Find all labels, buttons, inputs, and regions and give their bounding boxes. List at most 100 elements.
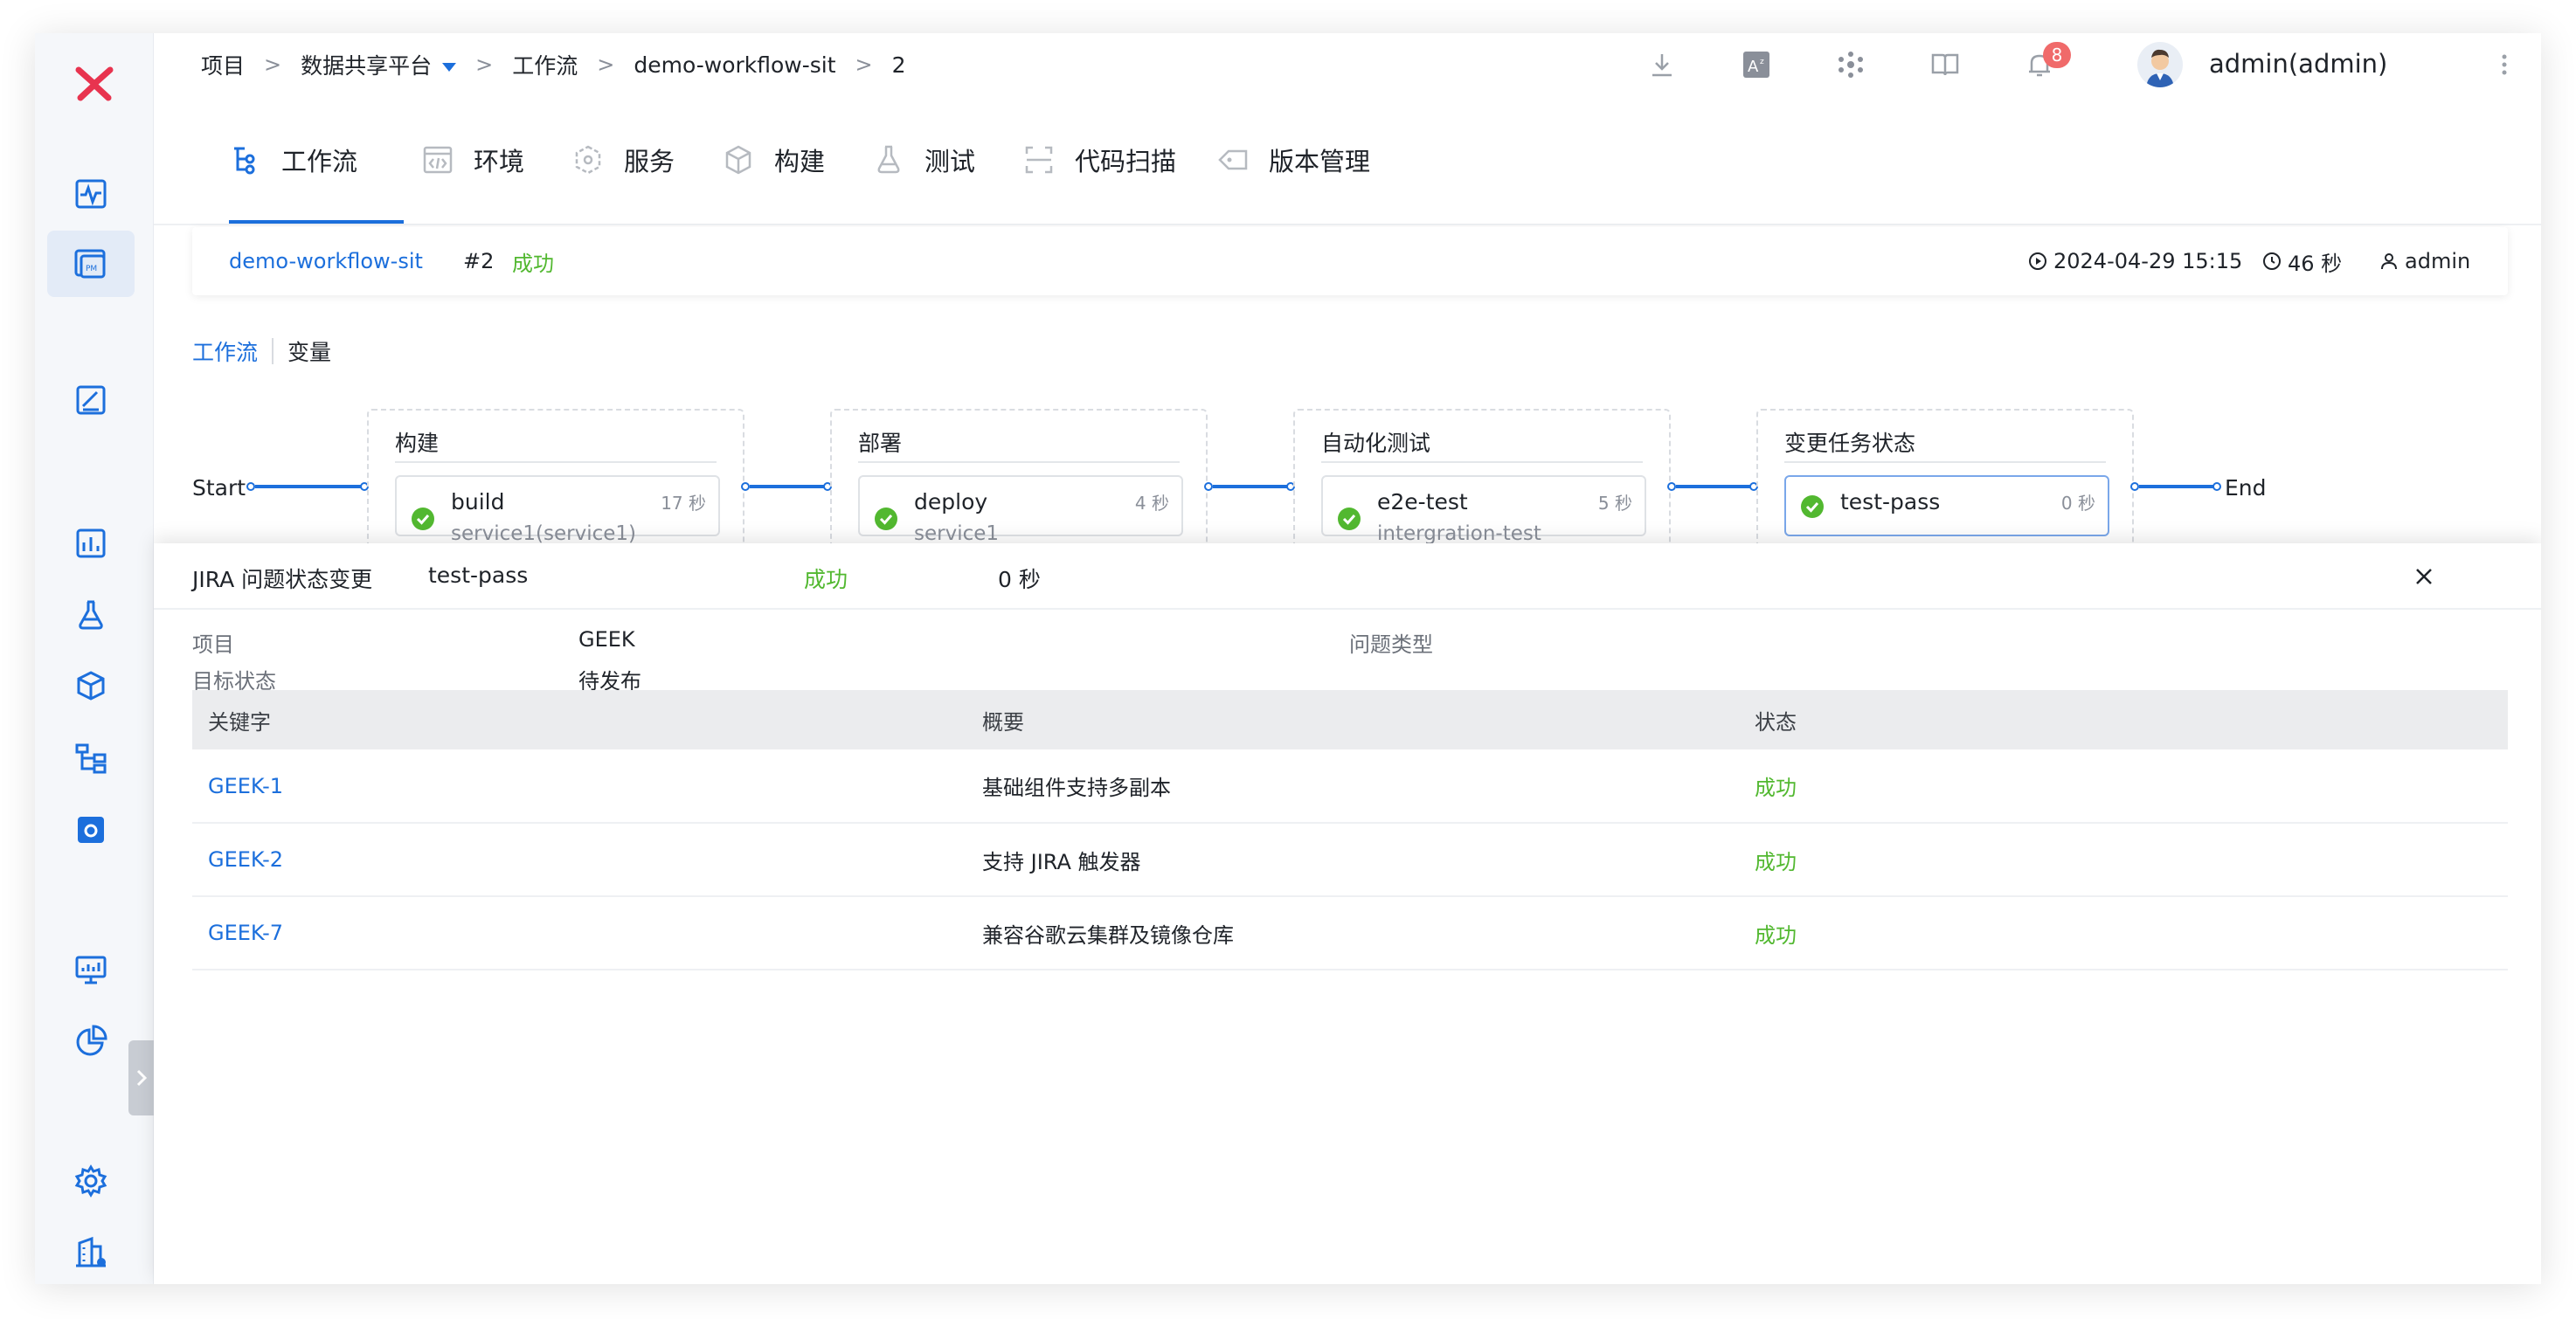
logo-icon[interactable] [66, 54, 122, 110]
job-service: service1(service1) [451, 522, 636, 545]
monitor-icon [75, 956, 107, 984]
drawer-status: 成功 [804, 567, 848, 592]
plugins-button[interactable] [1833, 47, 1868, 82]
stage-title: 部署 [858, 431, 903, 456]
sidebar-item-artifacts[interactable] [47, 653, 135, 720]
tab-label: 环境 [474, 147, 525, 176]
avatar[interactable] [2137, 42, 2183, 87]
tab-build[interactable]: 构建 [722, 96, 825, 224]
tab-service[interactable]: 服务 [571, 96, 675, 224]
breadcrumb-projects[interactable]: 项目 [201, 49, 245, 80]
sidebar-item-system-settings[interactable] [47, 1148, 135, 1214]
run-status: 成功 [512, 251, 554, 276]
connector-dot [1667, 482, 1676, 491]
breadcrumb-project-label: 数据共享平台 [301, 53, 433, 79]
job-name: test-pass [1840, 489, 1941, 514]
stage-title: 变更任务状态 [1784, 431, 1916, 456]
job-name: e2e-test [1377, 489, 1468, 514]
issue-key-link[interactable]: GEEK-1 [192, 749, 966, 823]
tab-label: 测试 [924, 147, 976, 176]
clock-icon [2263, 252, 2281, 270]
sidebar-item-monitor[interactable] [47, 161, 135, 227]
success-check-icon [412, 508, 434, 530]
topbar: 项目 > 数据共享平台 > 工作流 > demo-workflow-sit > … [154, 33, 2541, 96]
connector-dot [741, 482, 750, 491]
subtab-workflow[interactable]: 工作流 [192, 335, 258, 367]
translate-button[interactable]: Az [1739, 47, 1774, 82]
breadcrumb: 项目 > 数据共享平台 > 工作流 > demo-workflow-sit > … [201, 49, 906, 80]
sidebar-item-statistics[interactable] [47, 1008, 135, 1074]
app-window: PM 项目 > 数据共享平台 > 工作流 > demo-workflow-sit… [35, 33, 2541, 1284]
sidebar-item-settings-app[interactable] [47, 797, 135, 863]
tab-workflow[interactable]: 工作流 [229, 96, 357, 224]
connector-dot [2130, 482, 2139, 491]
job-detail-drawer: JIRA 问题状态变更 test-pass 成功 0 秒 项目 GEEK 问题类… [154, 543, 2541, 1284]
column-header-status: 状态 [1755, 709, 1797, 735]
hierarchy-icon [75, 743, 107, 774]
detail-subtabs: 工作流 变量 [192, 335, 331, 367]
issue-status: 成功 [1755, 849, 1797, 874]
more-vertical-icon [2502, 54, 2507, 75]
job-test-pass[interactable]: test-pass 0 秒 [1784, 475, 2109, 536]
breadcrumb-workflows[interactable]: 工作流 [512, 49, 578, 80]
table-row: GEEK-7 兼容谷歌云集群及镜像仓库 成功 [192, 896, 2508, 970]
breadcrumb-project[interactable]: 数据共享平台 [301, 49, 457, 80]
svg-text:A: A [1748, 58, 1759, 76]
gear-icon [74, 1164, 107, 1198]
download-button[interactable] [1645, 47, 1679, 82]
job-e2e-test[interactable]: e2e-test intergration-test 5 秒 [1321, 475, 1646, 545]
job-deploy[interactable]: deploy service1 4 秒 [858, 475, 1183, 545]
job-duration: 5 秒 [1597, 493, 1632, 514]
tab-test[interactable]: 测试 [872, 96, 975, 224]
issue-summary: 基础组件支持多副本 [982, 776, 1171, 800]
more-menu-button[interactable] [2487, 47, 2522, 82]
edit-doc-icon [76, 385, 106, 415]
stage-divider [1784, 461, 2106, 463]
notifications-button[interactable]: 8 [2022, 42, 2071, 82]
breadcrumb-run: 2 [891, 52, 906, 78]
workflow-link[interactable]: demo-workflow-sit [229, 249, 423, 273]
tab-version[interactable]: 版本管理 [1216, 96, 1370, 224]
stage-divider [858, 461, 1180, 463]
docs-button[interactable] [1928, 47, 1963, 82]
tab-label: 工作流 [281, 147, 358, 176]
close-icon[interactable] [2408, 561, 2440, 592]
issue-key-link[interactable]: GEEK-2 [192, 823, 966, 896]
username[interactable]: admin(admin) [2209, 49, 2387, 79]
sidebar-collapse-handle[interactable] [128, 1040, 155, 1115]
translate-icon: Az [1743, 52, 1769, 78]
table-row: GEEK-1 基础组件支持多副本 成功 [192, 749, 2508, 823]
breadcrumb-separator: > [264, 52, 282, 77]
caret-down-icon[interactable] [442, 63, 457, 72]
drawer-title: JIRA 问题状态变更 [192, 567, 373, 592]
breadcrumb-workflow[interactable]: demo-workflow-sit [634, 52, 835, 78]
chevron-right-icon [136, 1069, 148, 1087]
breadcrumb-separator: > [855, 52, 873, 77]
sidebar-item-projects[interactable]: PM [47, 231, 135, 297]
tab-label: 服务 [624, 147, 675, 176]
pipeline-connector [1213, 485, 1290, 488]
play-circle-icon [2029, 252, 2046, 270]
tab-code-scan[interactable]: 代码扫描 [1022, 96, 1176, 224]
issue-key-link[interactable]: GEEK-7 [192, 896, 966, 970]
tab-label: 代码扫描 [1075, 147, 1177, 176]
sidebar-item-enterprise[interactable] [47, 1219, 135, 1284]
sidebar-item-monitoring[interactable] [47, 936, 135, 1003]
sidebar-item-notes[interactable] [47, 367, 135, 433]
project-board-icon: PM [74, 249, 106, 279]
column-header-summary: 概要 [982, 709, 1024, 735]
plugins-icon [1839, 52, 1863, 78]
tab-environment[interactable]: 环境 [421, 96, 524, 224]
job-test-name: intergration-test [1377, 522, 1541, 545]
workflow-icon [234, 147, 255, 175]
job-build[interactable]: build service1(service1) 17 秒 [395, 475, 720, 545]
subtab-divider [272, 338, 274, 364]
subtab-variables[interactable]: 变量 [287, 335, 331, 367]
pipeline-connector [255, 485, 364, 488]
connector-dot [1204, 482, 1213, 491]
sidebar-item-pipelines[interactable] [47, 725, 135, 791]
user-avatar-icon [2146, 49, 2174, 87]
meta-project-value: GEEK [578, 627, 635, 652]
sidebar-item-dashboard[interactable] [47, 510, 135, 577]
sidebar-item-testing[interactable] [47, 582, 135, 648]
